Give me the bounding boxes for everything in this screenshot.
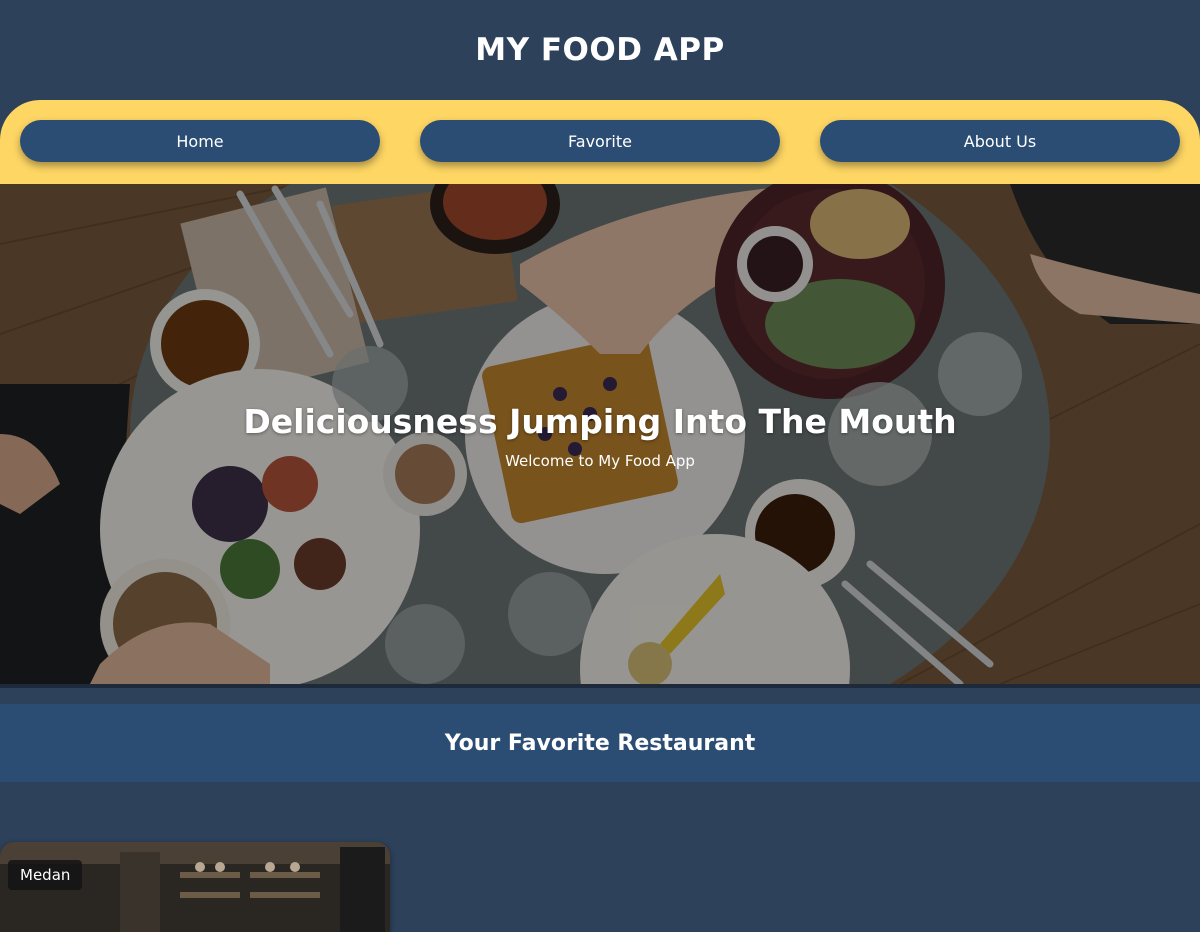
restaurant-city-badge: Medan bbox=[8, 860, 83, 890]
nav-bar: Home Favorite About Us bbox=[0, 100, 1200, 184]
hero-subtitle: Welcome to My Food App bbox=[505, 452, 695, 470]
restaurant-card[interactable]: Medan bbox=[0, 842, 390, 932]
app-header: MY FOOD APP bbox=[0, 0, 1200, 100]
hero-section: Deliciousness Jumping Into The Mouth Wel… bbox=[0, 184, 1200, 684]
section-title: Your Favorite Restaurant bbox=[444, 730, 756, 756]
app-title: MY FOOD APP bbox=[475, 32, 725, 68]
nav-item-about-us[interactable]: About Us bbox=[820, 120, 1180, 162]
hero-divider bbox=[0, 684, 1200, 688]
nav-item-home[interactable]: Home bbox=[20, 120, 380, 162]
hero-title: Deliciousness Jumping Into The Mouth bbox=[243, 402, 957, 441]
favorite-restaurant-header: Your Favorite Restaurant bbox=[0, 704, 1200, 782]
nav-item-favorite[interactable]: Favorite bbox=[420, 120, 780, 162]
